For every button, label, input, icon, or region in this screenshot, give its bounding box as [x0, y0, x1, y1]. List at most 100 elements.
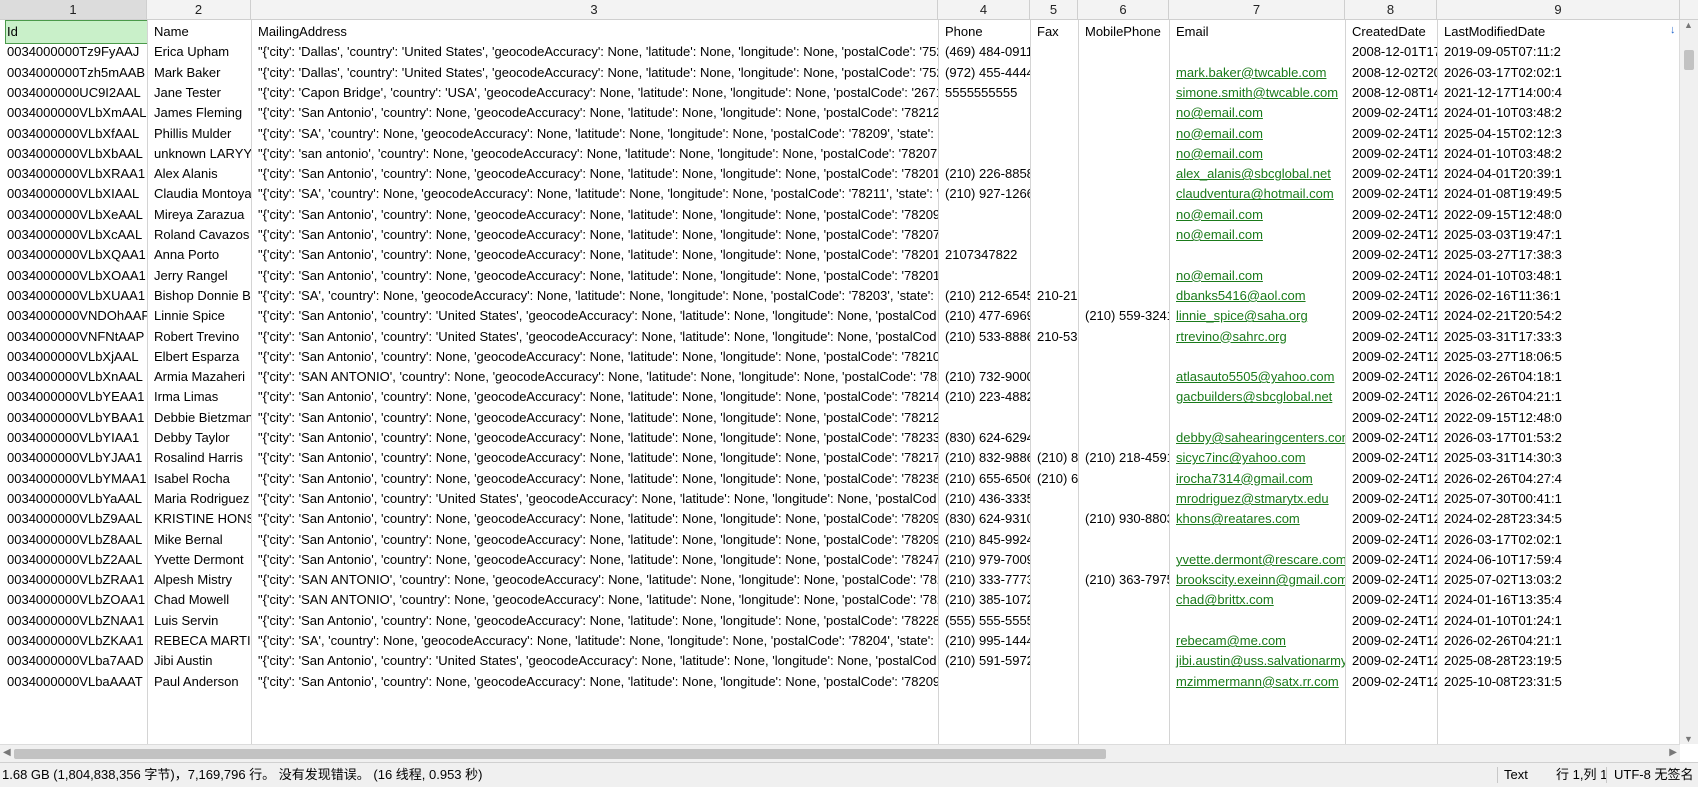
- cell-mobilephone[interactable]: [1084, 468, 1169, 490]
- table-row[interactable]: 0034000000Tzh5mAAB Mark Baker "{'city': 'D…: [0, 62, 1680, 84]
- column-separator[interactable]: [1437, 20, 1438, 744]
- cell-phone[interactable]: (830) 624-6294: [944, 427, 1030, 449]
- header-cell-phone[interactable]: Phone: [944, 21, 1030, 43]
- cell-createddate[interactable]: 2008-12-08T14:: [1351, 82, 1437, 104]
- table-row[interactable]: 0034000000VLbXeAAL Mireya Zarazua "{'city'…: [0, 204, 1680, 226]
- cell-createddate[interactable]: 2009-02-24T12:: [1351, 427, 1437, 449]
- cell-id[interactable]: 0034000000VLbXIAAL: [6, 183, 147, 205]
- cell-name[interactable]: Robert Trevino: [153, 326, 251, 348]
- cell-email[interactable]: jibi.austin@uss.salvationarmy.c: [1175, 650, 1345, 672]
- table-row[interactable]: 0034000000VLbZ8AAL Mike Bernal "{'city': '…: [0, 529, 1680, 551]
- cell-id[interactable]: 0034000000VLbZOAA1: [6, 589, 147, 611]
- cell-fax[interactable]: (210) 83: [1036, 447, 1078, 469]
- cell-mailingaddress[interactable]: "{'city': 'San Antonio', 'country': None…: [257, 163, 938, 185]
- cell-id[interactable]: 0034000000VLbXQAA1: [6, 244, 147, 266]
- cell-mobilephone[interactable]: [1084, 366, 1169, 388]
- cell-id[interactable]: 0034000000VLbXnAAL: [6, 366, 147, 388]
- cell-phone[interactable]: (210) 385-1072: [944, 589, 1030, 611]
- cell-createddate[interactable]: 2009-02-24T12:: [1351, 102, 1437, 124]
- cell-name[interactable]: Alex Alanis: [153, 163, 251, 185]
- cell-mobilephone[interactable]: [1084, 650, 1169, 672]
- cell-fax[interactable]: [1036, 508, 1078, 530]
- cell-mobilephone[interactable]: [1084, 163, 1169, 185]
- cell-email[interactable]: mrodriguez@stmarytx.edu: [1175, 488, 1345, 510]
- cell-id[interactable]: 0034000000VLbYMAA1: [6, 468, 147, 490]
- table-row[interactable]: 0034000000VLbXOAA1 Jerry Rangel "{'city': …: [0, 265, 1680, 287]
- cell-email[interactable]: [1175, 529, 1345, 551]
- cell-id[interactable]: 0034000000VLba7AAD: [6, 650, 147, 672]
- cell-mobilephone[interactable]: [1084, 386, 1169, 408]
- cell-createddate[interactable]: 2009-02-24T12:: [1351, 386, 1437, 408]
- header-cell-mailingaddress[interactable]: MailingAddress: [257, 21, 938, 43]
- cell-id[interactable]: 0034000000Tz9FyAAJ: [6, 41, 147, 63]
- table-row[interactable]: 0034000000VLbXQAA1 Anna Porto "{'city': 'S…: [0, 244, 1680, 266]
- cell-id[interactable]: 0034000000VLbXOAA1: [6, 265, 147, 287]
- cell-id[interactable]: 0034000000VLbZNAA1: [6, 610, 147, 632]
- cell-id[interactable]: 0034000000VLbXeAAL: [6, 204, 147, 226]
- cell-name[interactable]: Mireya Zarazua: [153, 204, 251, 226]
- cell-id[interactable]: 0034000000VLbYBAA1: [6, 407, 147, 429]
- cell-email[interactable]: simone.smith@twcable.com: [1175, 82, 1345, 104]
- cell-lastmodifieddate[interactable]: 2019-09-05T07:11:2: [1443, 41, 1680, 63]
- cell-phone[interactable]: 5555555555: [944, 82, 1030, 104]
- cell-mobilephone[interactable]: [1084, 41, 1169, 63]
- cell-createddate[interactable]: 2009-02-24T12:: [1351, 671, 1437, 693]
- cell-createddate[interactable]: 2009-02-24T12:: [1351, 529, 1437, 551]
- cell-mailingaddress[interactable]: "{'city': 'San Antonio', 'country': None…: [257, 529, 938, 551]
- cell-mailingaddress[interactable]: "{'city': 'San Antonio', 'country': None…: [257, 407, 938, 429]
- cell-email[interactable]: gacbuilders@sbcglobal.net: [1175, 386, 1345, 408]
- cell-name[interactable]: Chad Mowell: [153, 589, 251, 611]
- table-row[interactable]: 0034000000VLbXnAAL Armia Mazaheri "{'city'…: [0, 366, 1680, 388]
- cell-createddate[interactable]: 2009-02-24T12:: [1351, 589, 1437, 611]
- cell-email[interactable]: claudventura@hotmail.com: [1175, 183, 1345, 205]
- cursor-position[interactable]: 行 1,列 1: [1556, 763, 1607, 787]
- cell-mailingaddress[interactable]: "{'city': 'San Antonio', 'country': None…: [257, 427, 938, 449]
- cell-name[interactable]: Armia Mazaheri: [153, 366, 251, 388]
- cell-email[interactable]: atlasauto5505@yahoo.com: [1175, 366, 1345, 388]
- cell-email[interactable]: [1175, 41, 1345, 63]
- cell-id[interactable]: 0034000000VLbXUAA1: [6, 285, 147, 307]
- cell-createddate[interactable]: 2009-02-24T12:: [1351, 569, 1437, 591]
- cell-id[interactable]: 0034000000VLbXbAAL: [6, 143, 147, 165]
- cell-lastmodifieddate[interactable]: 2026-02-26T04:27:4: [1443, 468, 1680, 490]
- cell-name[interactable]: Rosalind Harris: [153, 447, 251, 469]
- cell-name[interactable]: Irma Limas: [153, 386, 251, 408]
- cell-phone[interactable]: [944, 346, 1030, 368]
- cell-mobilephone[interactable]: [1084, 671, 1169, 693]
- cell-phone[interactable]: [944, 143, 1030, 165]
- cell-fax[interactable]: [1036, 183, 1078, 205]
- cell-createddate[interactable]: 2009-02-24T12:: [1351, 650, 1437, 672]
- cell-createddate[interactable]: 2009-02-24T12:: [1351, 285, 1437, 307]
- cell-id[interactable]: 0034000000Tzh5mAAB: [6, 62, 147, 84]
- cell-phone[interactable]: (210) 845-9924: [944, 529, 1030, 551]
- cell-mailingaddress[interactable]: "{'city': 'San Antonio', 'country': 'Uni…: [257, 305, 938, 327]
- cell-phone[interactable]: (210) 995-1444: [944, 630, 1030, 652]
- cell-mailingaddress[interactable]: "{'city': 'SA', 'country': None, 'geocod…: [257, 285, 938, 307]
- cell-createddate[interactable]: 2009-02-24T12:: [1351, 407, 1437, 429]
- cell-name[interactable]: Claudia Montoya: [153, 183, 251, 205]
- cell-id[interactable]: 0034000000VLbYJAA1: [6, 447, 147, 469]
- column-number-8[interactable]: 8: [1345, 0, 1437, 19]
- column-separator[interactable]: [1169, 20, 1170, 744]
- cell-mailingaddress[interactable]: "{'city': 'Dallas', 'country': 'United S…: [257, 41, 938, 63]
- cell-fax[interactable]: [1036, 143, 1078, 165]
- cell-name[interactable]: James Fleming: [153, 102, 251, 124]
- cell-phone[interactable]: [944, 204, 1030, 226]
- column-number-3[interactable]: 3: [251, 0, 938, 19]
- cell-lastmodifieddate[interactable]: 2026-03-17T02:02:1: [1443, 529, 1680, 551]
- cell-lastmodifieddate[interactable]: 2025-07-02T13:03:2: [1443, 569, 1680, 591]
- horizontal-scrollbar[interactable]: ◀ ▶: [0, 744, 1680, 762]
- header-cell-lastmodifieddate[interactable]: LastModifiedDate: [1443, 21, 1680, 43]
- cell-fax[interactable]: [1036, 204, 1078, 226]
- table-row[interactable]: 0034000000VLbXbAAL unknown LARYY "{'city':…: [0, 143, 1680, 165]
- cell-mailingaddress[interactable]: "{'city': 'Dallas', 'country': 'United S…: [257, 62, 938, 84]
- cell-createddate[interactable]: 2009-02-24T12:: [1351, 163, 1437, 185]
- cell-fax[interactable]: [1036, 366, 1078, 388]
- cell-mobilephone[interactable]: (210) 930-8803: [1084, 508, 1169, 530]
- cell-name[interactable]: Debby Taylor: [153, 427, 251, 449]
- cell-mobilephone[interactable]: [1084, 346, 1169, 368]
- table-row[interactable]: 0034000000VLbYaAAL Maria Rodriguez "{'city…: [0, 488, 1680, 510]
- cell-name[interactable]: REBECA MARTINE: [153, 630, 251, 652]
- cell-mobilephone[interactable]: (210) 363-7975: [1084, 569, 1169, 591]
- cell-id[interactable]: 0034000000UC9I2AAL: [6, 82, 147, 104]
